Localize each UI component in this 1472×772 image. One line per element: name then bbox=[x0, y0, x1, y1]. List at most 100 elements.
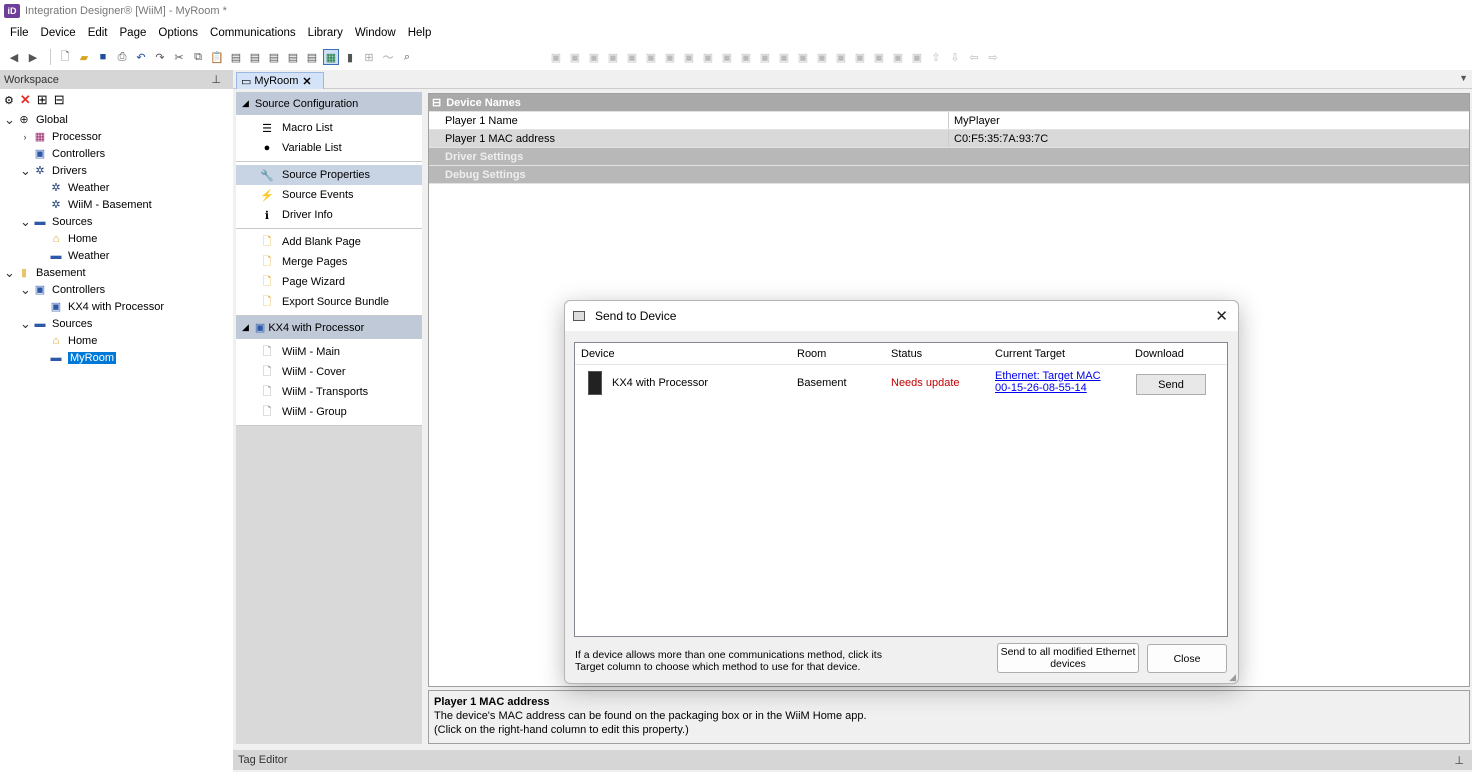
tree-item[interactable]: ⌄ ▬ Sources bbox=[0, 315, 233, 332]
tree-item[interactable]: ⌄ ⊕ Global bbox=[0, 111, 233, 128]
back-icon[interactable]: ◀ bbox=[6, 49, 22, 65]
nav-item[interactable]: ● Variable List bbox=[236, 138, 422, 158]
align-icon[interactable]: ▣ bbox=[871, 49, 887, 65]
nav-item[interactable]: ☰ Macro List bbox=[236, 118, 422, 138]
undo-icon[interactable]: ↶ bbox=[133, 49, 149, 65]
open-folder-icon[interactable]: ▰ bbox=[76, 49, 92, 65]
target-link[interactable]: Ethernet: Target MAC 00-15-26-08-55-14 bbox=[995, 370, 1101, 394]
pin-icon[interactable]: ⊥ bbox=[1454, 754, 1464, 767]
tree-item[interactable]: › ▦ Processor bbox=[0, 128, 233, 145]
menu-file[interactable]: File bbox=[4, 27, 35, 39]
column-room[interactable]: Room bbox=[797, 348, 826, 360]
nav-item[interactable]: 🔧 Source Properties bbox=[236, 165, 422, 185]
menu-edit[interactable]: Edit bbox=[82, 27, 114, 39]
tree-item[interactable]: ▣ KX4 with Processor bbox=[0, 298, 233, 315]
nav-item[interactable]: ⚡ Source Events bbox=[236, 185, 422, 205]
close-button[interactable]: Close bbox=[1147, 644, 1227, 673]
tree-item[interactable]: ▣ Controllers bbox=[0, 145, 233, 162]
column-status[interactable]: Status bbox=[891, 348, 922, 360]
new-file-icon[interactable]: 🗋 bbox=[57, 49, 73, 65]
align-icon[interactable]: ▣ bbox=[605, 49, 621, 65]
menu-options[interactable]: Options bbox=[152, 27, 204, 39]
pin-icon[interactable]: ⊥ bbox=[211, 73, 221, 86]
chevron-right-icon[interactable]: › bbox=[20, 132, 30, 142]
menu-library[interactable]: Library bbox=[302, 27, 349, 39]
arrow-up-icon[interactable]: ⇧ bbox=[928, 49, 944, 65]
tree-item[interactable]: ⌂ Home bbox=[0, 332, 233, 349]
tag-editor-bar[interactable]: Tag Editor ⊥ bbox=[233, 750, 1472, 770]
align-icon[interactable]: ▣ bbox=[814, 49, 830, 65]
device-row[interactable]: KX4 with Processor Basement Needs update… bbox=[575, 365, 1227, 401]
property-value[interactable]: MyPlayer bbox=[949, 115, 1000, 127]
send-button[interactable]: Send bbox=[1136, 374, 1206, 395]
menu-communications[interactable]: Communications bbox=[204, 27, 302, 39]
property-value[interactable]: C0:F5:35:7A:93:7C bbox=[949, 133, 1048, 145]
align-icon[interactable]: ▣ bbox=[624, 49, 640, 65]
nav-item[interactable]: ℹ Driver Info bbox=[236, 205, 422, 225]
menu-window[interactable]: Window bbox=[349, 27, 402, 39]
close-icon[interactable]: ✕ bbox=[1215, 307, 1228, 325]
layout-icon[interactable]: ▤ bbox=[285, 49, 301, 65]
align-icon[interactable]: ▣ bbox=[909, 49, 925, 65]
nav-item[interactable]: 🗋 WiiM - Transports bbox=[236, 382, 422, 402]
arrow-right-icon[interactable]: ⇨ bbox=[985, 49, 1001, 65]
align-icon[interactable]: ▣ bbox=[795, 49, 811, 65]
align-icon[interactable]: ▣ bbox=[567, 49, 583, 65]
table-icon[interactable]: ⊞ bbox=[361, 49, 377, 65]
nav-item[interactable]: 🗋 Page Wizard bbox=[236, 272, 422, 292]
column-current-target[interactable]: Current Target bbox=[995, 348, 1065, 360]
category-driver-settings[interactable]: Driver Settings bbox=[429, 148, 1469, 166]
column-download[interactable]: Download bbox=[1135, 348, 1184, 360]
align-icon[interactable]: ▣ bbox=[548, 49, 564, 65]
forward-icon[interactable]: ▶ bbox=[25, 49, 41, 65]
align-icon[interactable]: ▣ bbox=[681, 49, 697, 65]
arrow-left-icon[interactable]: ⇦ bbox=[966, 49, 982, 65]
column-device[interactable]: Device bbox=[581, 348, 615, 360]
nav-item[interactable]: 🗋 WiiM - Cover bbox=[236, 362, 422, 382]
nav-item[interactable]: 🗋 WiiM - Main bbox=[236, 342, 422, 362]
panel-icon[interactable]: ▮ bbox=[342, 49, 358, 65]
tree-item[interactable]: ✲ WiiM - Basement bbox=[0, 196, 233, 213]
layout-icon[interactable]: ▤ bbox=[304, 49, 320, 65]
layout-icon[interactable]: ▤ bbox=[247, 49, 263, 65]
paste-icon[interactable]: 📋 bbox=[209, 49, 225, 65]
tree-item[interactable]: ⌄ ▮ Basement bbox=[0, 264, 233, 281]
tree-item[interactable]: ✲ Weather bbox=[0, 179, 233, 196]
resize-grip-icon[interactable]: ◢ bbox=[1229, 672, 1236, 683]
copy-icon[interactable]: ⧉ bbox=[190, 49, 206, 65]
tab-dropdown-icon[interactable]: ▼ bbox=[1459, 73, 1468, 83]
zoom-icon[interactable]: ⌕ bbox=[399, 49, 415, 65]
align-icon[interactable]: ▣ bbox=[757, 49, 773, 65]
align-icon[interactable]: ▣ bbox=[586, 49, 602, 65]
menu-device[interactable]: Device bbox=[35, 27, 82, 39]
grid-toggle-icon[interactable]: ▦ bbox=[323, 49, 339, 65]
layout-icon[interactable]: ▤ bbox=[228, 49, 244, 65]
expand-all-icon[interactable]: ⊞ bbox=[37, 92, 48, 108]
align-icon[interactable]: ▣ bbox=[700, 49, 716, 65]
redo-icon[interactable]: ↷ bbox=[152, 49, 168, 65]
layout-icon[interactable]: ▤ bbox=[266, 49, 282, 65]
save-icon[interactable]: ■ bbox=[95, 49, 111, 65]
collapse-all-icon[interactable]: ⊟ bbox=[54, 92, 65, 108]
brush-icon[interactable]: 〜 bbox=[380, 49, 396, 65]
align-icon[interactable]: ▣ bbox=[643, 49, 659, 65]
tree-item[interactable]: ⌄ ▣ Controllers bbox=[0, 281, 233, 298]
nav-item[interactable]: 🗋 Export Source Bundle bbox=[236, 292, 422, 312]
align-icon[interactable]: ▣ bbox=[719, 49, 735, 65]
menu-page[interactable]: Page bbox=[114, 27, 153, 39]
tree-item[interactable]: ▬ Weather bbox=[0, 247, 233, 264]
tree-item[interactable]: ▬ MyRoom bbox=[0, 349, 233, 366]
arrow-down-icon[interactable]: ⇩ bbox=[947, 49, 963, 65]
tab-myroom[interactable]: ▭ MyRoom ✕ bbox=[236, 72, 324, 89]
align-icon[interactable]: ▣ bbox=[738, 49, 754, 65]
nav-item[interactable]: 🗋 WiiM - Group bbox=[236, 402, 422, 422]
send-all-button[interactable]: Send to all modified Ethernet devices bbox=[997, 643, 1139, 673]
tree-item[interactable]: ⌂ Home bbox=[0, 230, 233, 247]
nav-section-kx4[interactable]: ◢ ▣ KX4 with Processor bbox=[236, 316, 422, 339]
find-icon[interactable]: ⚙ bbox=[4, 94, 14, 107]
align-icon[interactable]: ▣ bbox=[833, 49, 849, 65]
nav-item[interactable]: 🗋 Merge Pages bbox=[236, 252, 422, 272]
property-row[interactable]: Player 1 Name MyPlayer bbox=[429, 112, 1469, 130]
cut-icon[interactable]: ✂ bbox=[171, 49, 187, 65]
property-row[interactable]: Player 1 MAC address C0:F5:35:7A:93:7C bbox=[429, 130, 1469, 148]
